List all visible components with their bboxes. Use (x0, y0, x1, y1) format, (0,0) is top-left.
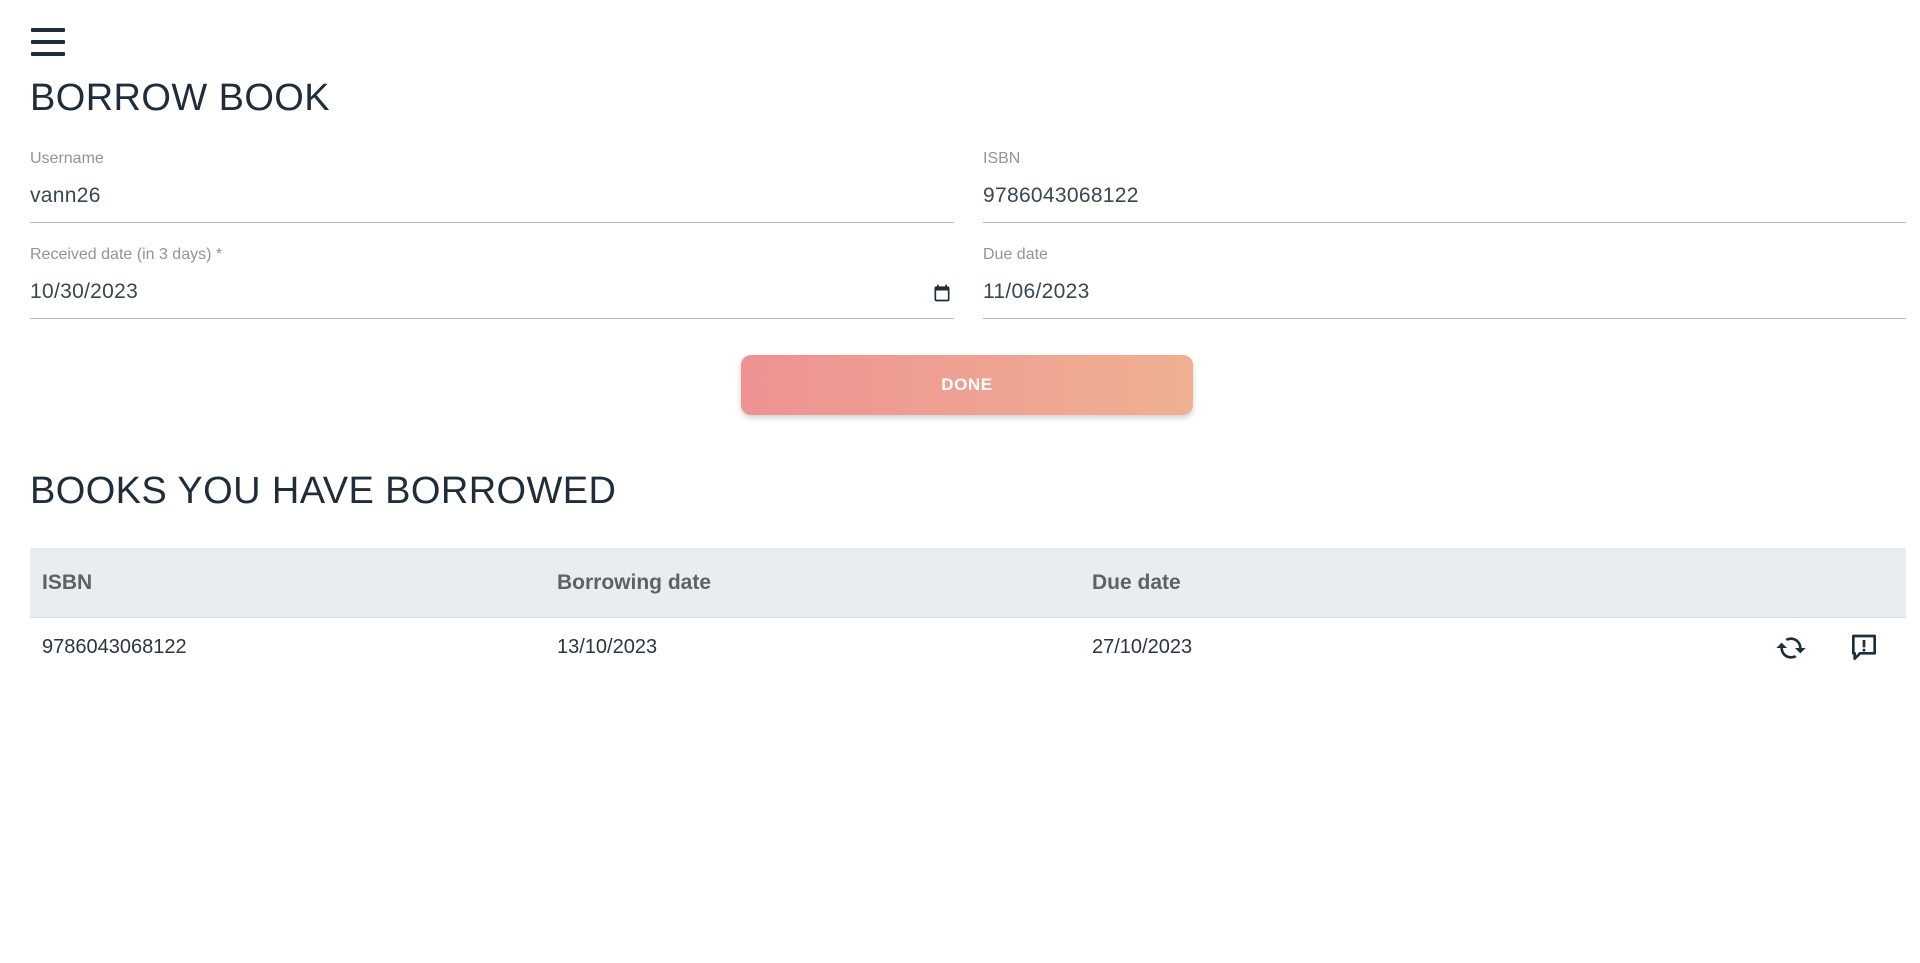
field-underline (30, 222, 954, 223)
calendar-icon[interactable] (932, 283, 952, 303)
cell-due-date: 27/10/2023 (1092, 636, 1193, 658)
page-title: BORROW BOOK (30, 77, 330, 119)
due-date-field[interactable]: Due date 11/06/2023 (983, 246, 1906, 342)
borrowed-books-table: ISBN Borrowing date Due date 97860430681… (30, 548, 1906, 680)
column-header-isbn: ISBN (42, 571, 93, 594)
isbn-input[interactable]: 9786043068122 (983, 184, 1139, 208)
cell-borrowing-date: 13/10/2023 (557, 636, 658, 658)
username-field[interactable]: Username vann26 (30, 150, 954, 246)
done-button[interactable]: DONE (741, 355, 1193, 415)
report-icon[interactable] (1848, 632, 1880, 664)
due-date-input[interactable]: 11/06/2023 (983, 280, 1090, 304)
menu-bar (31, 40, 65, 44)
received-date-label: Received date (in 3 days) * (30, 246, 223, 263)
borrowed-section-title: BOOKS YOU HAVE BORROWED (30, 470, 617, 512)
isbn-label: ISBN (983, 150, 1021, 167)
username-input[interactable]: vann26 (30, 184, 101, 208)
menu-bar (31, 28, 65, 32)
menu-bar (31, 52, 65, 56)
field-underline (983, 222, 1906, 223)
column-header-due-date: Due date (1092, 571, 1181, 594)
renew-icon[interactable] (1775, 632, 1807, 664)
table-row: 9786043068122 13/10/2023 27/10/2023 (30, 618, 1906, 680)
field-underline (983, 318, 1906, 319)
due-date-label: Due date (983, 246, 1048, 263)
received-date-input[interactable]: 10/30/2023 (30, 280, 138, 304)
field-underline (30, 318, 954, 319)
column-header-borrowing-date: Borrowing date (557, 571, 712, 594)
received-date-field[interactable]: Received date (in 3 days) * 10/30/2023 (30, 246, 954, 342)
username-label: Username (30, 150, 104, 167)
isbn-field[interactable]: ISBN 9786043068122 (983, 150, 1906, 246)
hamburger-menu-icon[interactable] (31, 28, 65, 56)
table-header: ISBN Borrowing date Due date (30, 548, 1906, 618)
cell-isbn: 9786043068122 (42, 636, 187, 658)
